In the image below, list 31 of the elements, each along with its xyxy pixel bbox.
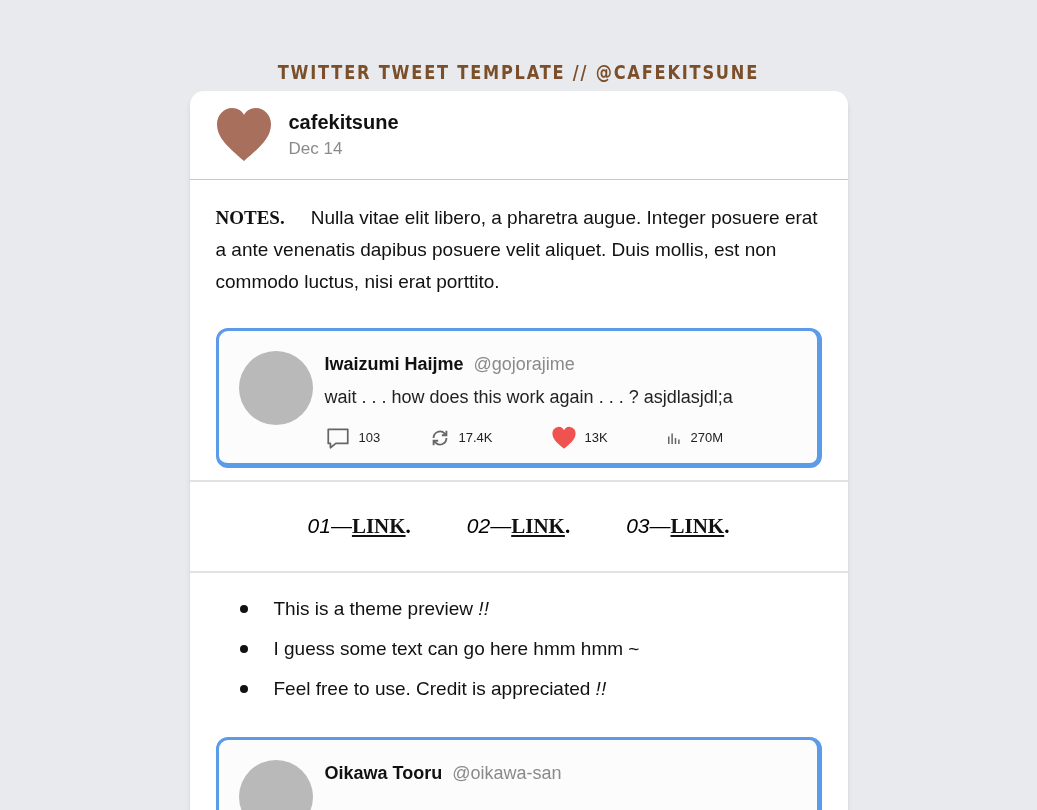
bullet-text: Feel free to use. Credit is appreciated !!	[273, 676, 607, 701]
link[interactable]: LINK	[670, 511, 725, 543]
post-date: Dec 14	[288, 138, 344, 160]
bullet-icon	[239, 684, 248, 693]
link-period: .	[564, 513, 571, 540]
link-number: 03—	[626, 513, 671, 539]
quoted-author-handle: @oikawa-san	[452, 761, 562, 785]
quoted-author-name: Oikawa Tooru	[324, 761, 443, 785]
bullet-icon	[239, 604, 248, 613]
view-count: 270M	[690, 429, 724, 448]
quoted-author-handle: @gojorajime	[473, 353, 575, 376]
bullet-icon	[239, 644, 248, 653]
link-period: .	[405, 513, 411, 540]
retweet-count: 17.4K	[458, 429, 493, 448]
photo-placeholder	[216, 108, 271, 161]
bullet-text: I guess some text can go here hmm hmm ~	[273, 636, 640, 661]
quoted-author-name: Iwaizumi Haijme	[324, 353, 464, 376]
quoted-tweet-text: wait . . . how does this work again . . . ? asjdlasjdl;a	[324, 386, 733, 409]
notes-paragraph: NOTES. Nulla vitae elit libero, a pharetra augue. Integer posuere erat a ante venenatis dapibus posuere velit aliquet. Duis mollis, est non commodo luctus, nisi erat porttito.	[214, 206, 819, 294]
link[interactable]: LINK	[351, 511, 406, 543]
bullet-text: This is a theme preview !!	[273, 596, 489, 621]
comment-icon[interactable]	[324, 425, 351, 451]
reply-count: 103	[358, 429, 381, 448]
link-period: .	[724, 513, 730, 540]
author-name: cafekitsune	[288, 110, 399, 135]
page-title: TWITTER TWEET TEMPLATE // @CAFEKITSUNE	[277, 59, 760, 83]
like-count: 13K	[584, 429, 608, 448]
link-number: 02—	[466, 513, 512, 539]
heart-icon[interactable]	[550, 425, 577, 451]
link-number: 01—	[307, 513, 352, 539]
link[interactable]: LINK	[511, 511, 565, 543]
